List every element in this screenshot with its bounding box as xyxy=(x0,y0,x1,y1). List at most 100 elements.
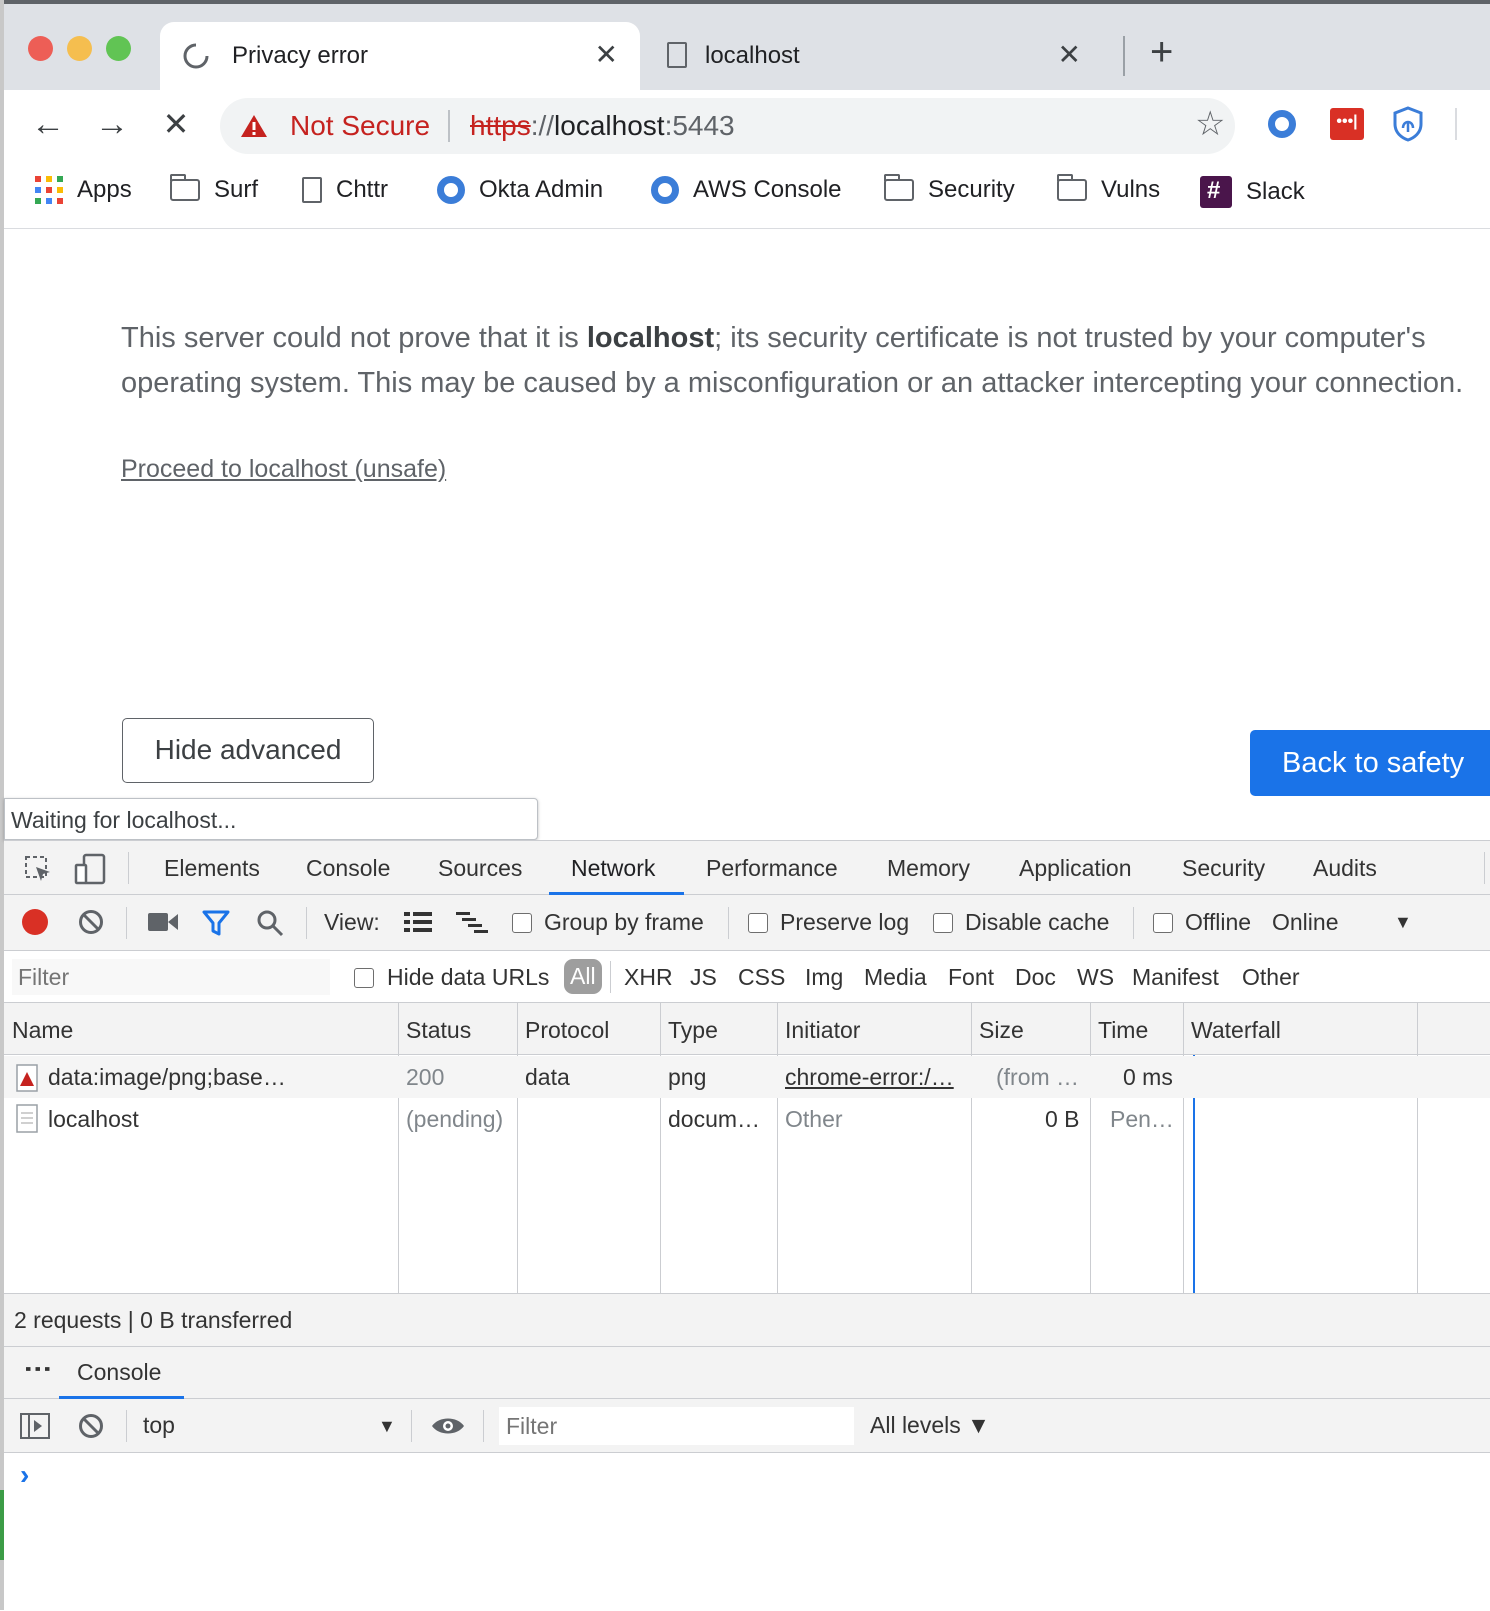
toolbar-separator xyxy=(306,907,307,939)
url-text[interactable]: https://localhost:5443 xyxy=(470,110,735,142)
console-prompt-icon[interactable]: › xyxy=(20,1459,29,1491)
tab-close-icon[interactable]: ✕ xyxy=(1058,38,1081,71)
bookmark-label: Slack xyxy=(1246,178,1305,205)
tab-title: Privacy error xyxy=(232,42,369,69)
tab-elements[interactable]: Elements xyxy=(164,855,260,882)
column-header-protocol[interactable]: Protocol xyxy=(525,1017,609,1044)
tab-application[interactable]: Application xyxy=(1019,855,1132,882)
tab-performance[interactable]: Performance xyxy=(706,855,838,882)
bookmark-surf[interactable]: Surf xyxy=(170,174,258,204)
bookmark-aws-console[interactable]: AWS Console xyxy=(651,176,842,204)
inspect-element-icon[interactable] xyxy=(24,855,52,883)
bookmark-vulns[interactable]: Vulns xyxy=(1057,174,1161,204)
type-filter-manifest[interactable]: Manifest xyxy=(1132,964,1219,991)
tab-privacy-error[interactable]: Privacy error ✕ xyxy=(160,22,640,90)
type-filter-other[interactable]: Other xyxy=(1242,964,1300,991)
type-filter-js[interactable]: JS xyxy=(690,964,717,991)
tab-security[interactable]: Security xyxy=(1182,855,1265,882)
sidebar-toggle-icon[interactable] xyxy=(20,1413,50,1439)
column-divider xyxy=(1417,1003,1418,1293)
forward-arrow-icon[interactable]: → xyxy=(92,106,132,142)
tab-localhost[interactable]: localhost ✕ xyxy=(655,22,1121,90)
execution-context-select[interactable]: top xyxy=(143,1412,175,1439)
offline-checkbox[interactable] xyxy=(1153,913,1173,933)
column-header-time[interactable]: Time xyxy=(1098,1017,1148,1044)
bookmark-label: Vulns xyxy=(1101,176,1161,203)
tab-close-icon[interactable]: ✕ xyxy=(595,38,618,71)
okta-extension-icon[interactable] xyxy=(1268,110,1296,138)
request-size: (from … xyxy=(996,1064,1080,1090)
drawer-tab-console[interactable]: Console xyxy=(77,1359,161,1386)
stop-loading-icon[interactable]: ✕ xyxy=(156,106,196,142)
group-by-frame-checkbox[interactable] xyxy=(512,913,532,933)
bookmark-apps[interactable]: Apps xyxy=(35,176,132,204)
folder-icon xyxy=(884,174,914,201)
column-header-waterfall[interactable]: Waterfall xyxy=(1191,1017,1281,1044)
bookmark-security[interactable]: Security xyxy=(884,174,1015,204)
filter-funnel-icon[interactable] xyxy=(202,909,230,937)
bookmark-star-icon[interactable]: ☆ xyxy=(1195,104,1225,144)
context-dropdown-arrow-icon[interactable]: ▼ xyxy=(378,1416,396,1437)
column-header-name[interactable]: Name xyxy=(12,1017,73,1044)
log-levels-select[interactable]: All levels ▼ xyxy=(870,1412,990,1439)
request-initiator-link[interactable]: chrome-error:/… xyxy=(785,1064,954,1091)
type-filter-font[interactable]: Font xyxy=(948,964,994,991)
hide-data-urls-label: Hide data URLs xyxy=(387,964,550,990)
disable-cache-checkbox[interactable] xyxy=(933,913,953,933)
maximize-window-button[interactable] xyxy=(106,36,131,61)
page-icon xyxy=(302,177,322,203)
column-header-size[interactable]: Size xyxy=(979,1017,1024,1044)
screenshot-capture-icon[interactable] xyxy=(148,911,178,933)
large-rows-icon[interactable] xyxy=(404,911,432,933)
address-bar[interactable]: Not Secure https://localhost:5443 ☆ xyxy=(220,98,1235,154)
table-row[interactable]: data:image/png;base… 200 data png chrome… xyxy=(4,1056,1490,1098)
shield-fingerprint-extension-icon[interactable] xyxy=(1392,106,1424,142)
tab-memory[interactable]: Memory xyxy=(887,855,970,882)
column-header-initiator[interactable]: Initiator xyxy=(785,1017,860,1044)
tab-console[interactable]: Console xyxy=(306,855,390,882)
throttling-dropdown-arrow-icon[interactable]: ▼ xyxy=(1394,912,1412,933)
close-window-button[interactable] xyxy=(28,36,53,61)
network-filter-input[interactable] xyxy=(12,959,330,995)
new-tab-button[interactable]: + xyxy=(1150,30,1173,75)
throttling-select[interactable]: Online xyxy=(1272,909,1338,936)
drawer-menu-icon[interactable]: ⋮ xyxy=(23,1355,54,1381)
disable-cache-label: Disable cache xyxy=(965,909,1110,935)
back-arrow-icon[interactable]: ← xyxy=(28,106,68,142)
clear-icon[interactable] xyxy=(78,909,104,935)
tab-network[interactable]: Network xyxy=(571,855,655,882)
preserve-log-checkbox[interactable] xyxy=(748,913,768,933)
column-divider xyxy=(1183,1003,1184,1293)
type-filter-img[interactable]: Img xyxy=(805,964,843,991)
hide-advanced-button[interactable]: Hide advanced xyxy=(122,718,374,783)
bookmark-label: Chttr xyxy=(336,176,389,203)
waterfall-overview-icon[interactable] xyxy=(456,911,488,933)
type-filter-all[interactable]: All xyxy=(564,959,602,994)
bookmark-chttr[interactable]: Chttr xyxy=(302,176,388,204)
column-header-type[interactable]: Type xyxy=(668,1017,718,1044)
clear-console-icon[interactable] xyxy=(78,1413,104,1439)
device-toolbar-icon[interactable] xyxy=(74,853,106,885)
type-filter-xhr[interactable]: XHR xyxy=(624,964,673,991)
back-to-safety-button[interactable]: Back to safety xyxy=(1250,730,1490,796)
password-manager-extension-icon[interactable]: •••| xyxy=(1330,108,1364,140)
tab-divider xyxy=(1123,36,1125,76)
record-button[interactable] xyxy=(22,909,48,935)
type-filter-css[interactable]: CSS xyxy=(738,964,785,991)
console-filter-input[interactable] xyxy=(499,1407,854,1445)
type-filter-ws[interactable]: WS xyxy=(1077,964,1114,991)
type-filter-media[interactable]: Media xyxy=(864,964,927,991)
column-header-status[interactable]: Status xyxy=(406,1017,471,1044)
live-expression-eye-icon[interactable] xyxy=(431,1415,465,1437)
tab-sources[interactable]: Sources xyxy=(438,855,522,882)
tab-audits[interactable]: Audits xyxy=(1313,855,1377,882)
type-filter-doc[interactable]: Doc xyxy=(1015,964,1056,991)
bookmark-slack[interactable]: # Slack xyxy=(1200,176,1305,208)
not-secure-label[interactable]: Not Secure xyxy=(290,110,430,142)
bookmark-okta-admin[interactable]: Okta Admin xyxy=(437,176,603,204)
search-icon[interactable] xyxy=(256,909,284,937)
table-row[interactable]: localhost (pending) docum… Other 0 B Pen… xyxy=(4,1098,1490,1140)
hide-data-urls-checkbox[interactable] xyxy=(354,968,374,988)
proceed-unsafe-link[interactable]: Proceed to localhost (unsafe) xyxy=(121,455,446,484)
minimize-window-button[interactable] xyxy=(67,36,92,61)
